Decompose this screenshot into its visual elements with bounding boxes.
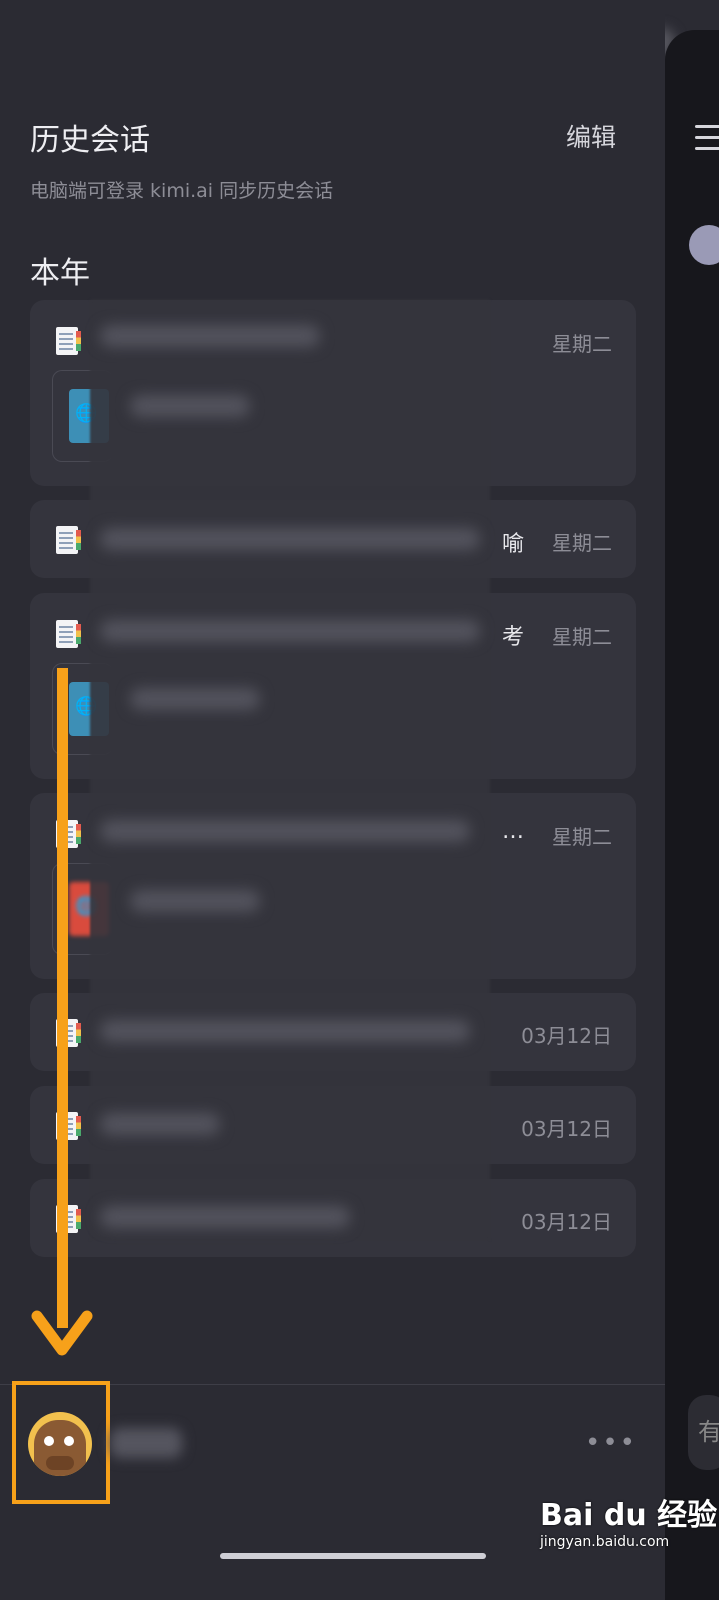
blurred-title bbox=[100, 1113, 220, 1135]
blurred-title bbox=[100, 1020, 470, 1042]
privacy-blur-overlay bbox=[90, 300, 490, 1240]
menu-icon[interactable] bbox=[695, 125, 719, 155]
edit-button[interactable]: 编辑 bbox=[566, 118, 616, 154]
annotation-arrow-head bbox=[31, 1310, 93, 1356]
section-this-year: 本年 bbox=[30, 256, 90, 291]
blurred-preview bbox=[130, 890, 260, 912]
username-blurred bbox=[110, 1428, 182, 1458]
conversation-date: 星期二 bbox=[552, 531, 612, 555]
conversation-date: 03月12日 bbox=[521, 1210, 612, 1234]
conversation-date: 03月12日 bbox=[521, 1117, 612, 1141]
document-icon bbox=[56, 620, 81, 648]
blurred-title bbox=[100, 820, 470, 842]
blurred-title bbox=[100, 325, 320, 347]
home-indicator[interactable] bbox=[220, 1553, 486, 1559]
blurred-title bbox=[100, 528, 480, 550]
document-icon bbox=[56, 526, 81, 554]
more-button[interactable]: ••• bbox=[585, 1428, 637, 1458]
conversation-date: 星期二 bbox=[552, 625, 612, 649]
watermark-url: jingyan.baidu.com bbox=[540, 1534, 670, 1550]
conversation-title-tail: 喻 bbox=[502, 532, 525, 557]
watermark-logo: Bai du 经验 bbox=[540, 1498, 718, 1533]
blurred-title bbox=[100, 620, 480, 642]
baidu-watermark: Bai du 经验 jingyan.baidu.com bbox=[540, 1490, 717, 1550]
annotation-arrow-line bbox=[57, 668, 68, 1328]
blurred-preview bbox=[130, 688, 260, 710]
conversation-title-tail: 考 bbox=[502, 625, 525, 650]
history-drawer: 历史会话 编辑 电脑端可登录 kimi.ai 同步历史会话 本年 星期二 喻 星… bbox=[0, 0, 665, 1600]
conversation-date: 03月12日 bbox=[521, 1024, 612, 1048]
chat-panel-peek[interactable]: 有 bbox=[665, 30, 719, 1600]
conversation-date: 星期二 bbox=[552, 825, 612, 849]
sync-hint: 电脑端可登录 kimi.ai 同步历史会话 bbox=[30, 180, 334, 202]
document-icon bbox=[56, 327, 81, 355]
chat-input-peek[interactable]: 有 bbox=[688, 1395, 719, 1470]
page-title: 历史会话 bbox=[30, 123, 150, 158]
blurred-title bbox=[100, 1206, 350, 1228]
conversation-title-tail: … bbox=[502, 819, 524, 844]
chat-bubble-peek bbox=[689, 225, 719, 265]
conversation-date: 星期二 bbox=[552, 332, 612, 356]
annotation-highlight-box bbox=[12, 1381, 110, 1504]
blurred-preview bbox=[130, 395, 250, 417]
